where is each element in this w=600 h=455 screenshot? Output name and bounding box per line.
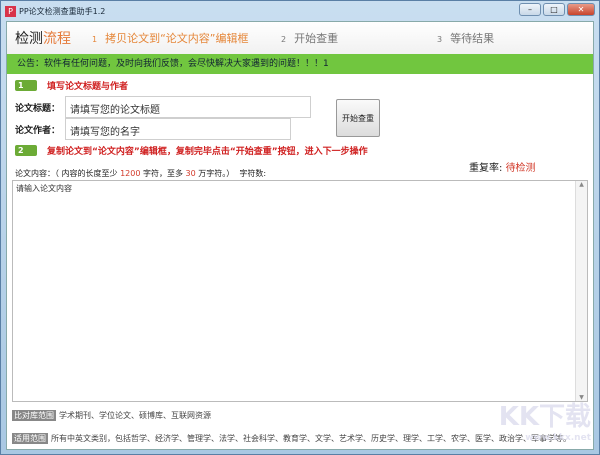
rate-value: 待检测 bbox=[505, 163, 536, 174]
section-1-header: 1 填写论文标题与作者 bbox=[15, 79, 128, 92]
start-check-button[interactable]: 开始查重 bbox=[336, 99, 380, 137]
author-input[interactable]: 请填写您的名字 bbox=[65, 118, 291, 140]
step-label: 开始查重 bbox=[294, 32, 339, 45]
section-2-label: 复制论文到“论文内容”编辑框，复制完毕点击“开始查重”按钮，进入下一步操作 bbox=[47, 147, 368, 157]
step-number: 2 bbox=[281, 35, 287, 44]
section-2-header: 2 复制论文到“论文内容”编辑框，复制完毕点击“开始查重”按钮，进入下一步操作 bbox=[15, 144, 368, 157]
notice-bar: 公告：软件有任何问题，及时向我们反馈，会尽快解决大家遇到的问题！！！1 bbox=[7, 54, 593, 74]
repeat-rate: 重复率: 待检测 bbox=[469, 159, 536, 174]
section-1-label: 填写论文标题与作者 bbox=[47, 82, 129, 92]
char-count-label: 字符数: bbox=[239, 169, 267, 178]
watermark-logo: KK下载 www.kkx.net bbox=[498, 402, 591, 443]
hint-text: 字符，至多 bbox=[140, 169, 186, 178]
window-title: PP论文检测查重助手1.2 bbox=[19, 6, 106, 16]
step-number: 1 bbox=[92, 35, 98, 44]
step-label: 拷贝论文到“论文内容”编辑框 bbox=[105, 32, 249, 45]
db-text: 学术期刊、学位论文、硕博库、互联网资源 bbox=[59, 411, 211, 420]
minimize-button[interactable]: – bbox=[519, 3, 541, 16]
scope-text: 所有中英文类别，包括哲学、经济学、管理学、法学、社会科学、教育学、文学、艺术学、… bbox=[51, 434, 571, 443]
title-label: 论文标题： bbox=[15, 104, 61, 114]
app-window: P PP论文检测查重助手1.2 – □ ✕ 检测流程 1 拷贝论文到“论文内容”编… bbox=[0, 0, 600, 455]
step-1: 1 拷贝论文到“论文内容”编辑框 bbox=[92, 30, 249, 46]
process-title: 检测流程 bbox=[15, 28, 85, 48]
applicable-scope-row: 适用范围 所有中英文类别，包括哲学、经济学、管理学、法学、社会科学、教育学、文学、… bbox=[12, 433, 571, 444]
step-badge-icon: 1 bbox=[15, 80, 37, 91]
content-hint: 论文内容：（ 内容的长度至少 1200 字符，至多 30 万字符。） 字符数: bbox=[15, 168, 266, 179]
hint-text: 万字符。） bbox=[195, 169, 235, 178]
step-3: 3 等待结果 bbox=[437, 30, 494, 46]
content-placeholder: 请输入论文内容 bbox=[16, 184, 72, 193]
title-bar: P PP论文检测查重助手1.2 – □ ✕ bbox=[1, 1, 599, 21]
author-label: 论文作者： bbox=[15, 126, 61, 136]
db-scope-row: 比对库范围 学术期刊、学位论文、硕博库、互联网资源 bbox=[12, 410, 211, 421]
content-textarea[interactable]: 请输入论文内容 ▲ ▼ bbox=[12, 180, 588, 402]
step-2: 2 开始查重 bbox=[281, 30, 338, 46]
main-panel: 检测流程 1 拷贝论文到“论文内容”编辑框 2 开始查重 3 等待结果 公告：软件有任… bbox=[6, 21, 594, 450]
hint-text: 论文内容：（ 内容的长度至少 bbox=[15, 169, 121, 178]
min-chars: 1200 bbox=[120, 169, 141, 178]
step-number: 3 bbox=[437, 35, 443, 44]
scrollbar[interactable]: ▲ ▼ bbox=[575, 181, 587, 401]
db-badge: 比对库范围 bbox=[12, 410, 56, 421]
brand-a: 检测 bbox=[15, 31, 43, 47]
max-chars: 30 bbox=[185, 169, 196, 178]
maximize-button[interactable]: □ bbox=[543, 3, 565, 16]
title-input[interactable]: 请填写您的论文标题 bbox=[65, 96, 311, 118]
app-icon: P bbox=[5, 5, 16, 17]
brand-b: 流程 bbox=[43, 31, 71, 47]
step-label: 等待结果 bbox=[450, 32, 495, 45]
scope-badge: 适用范围 bbox=[12, 433, 48, 444]
process-steps: 检测流程 1 拷贝论文到“论文内容”编辑框 2 开始查重 3 等待结果 bbox=[7, 22, 593, 54]
step-badge-icon: 2 bbox=[15, 145, 37, 156]
rate-label: 重复率: bbox=[469, 163, 503, 174]
close-button[interactable]: ✕ bbox=[567, 3, 595, 16]
